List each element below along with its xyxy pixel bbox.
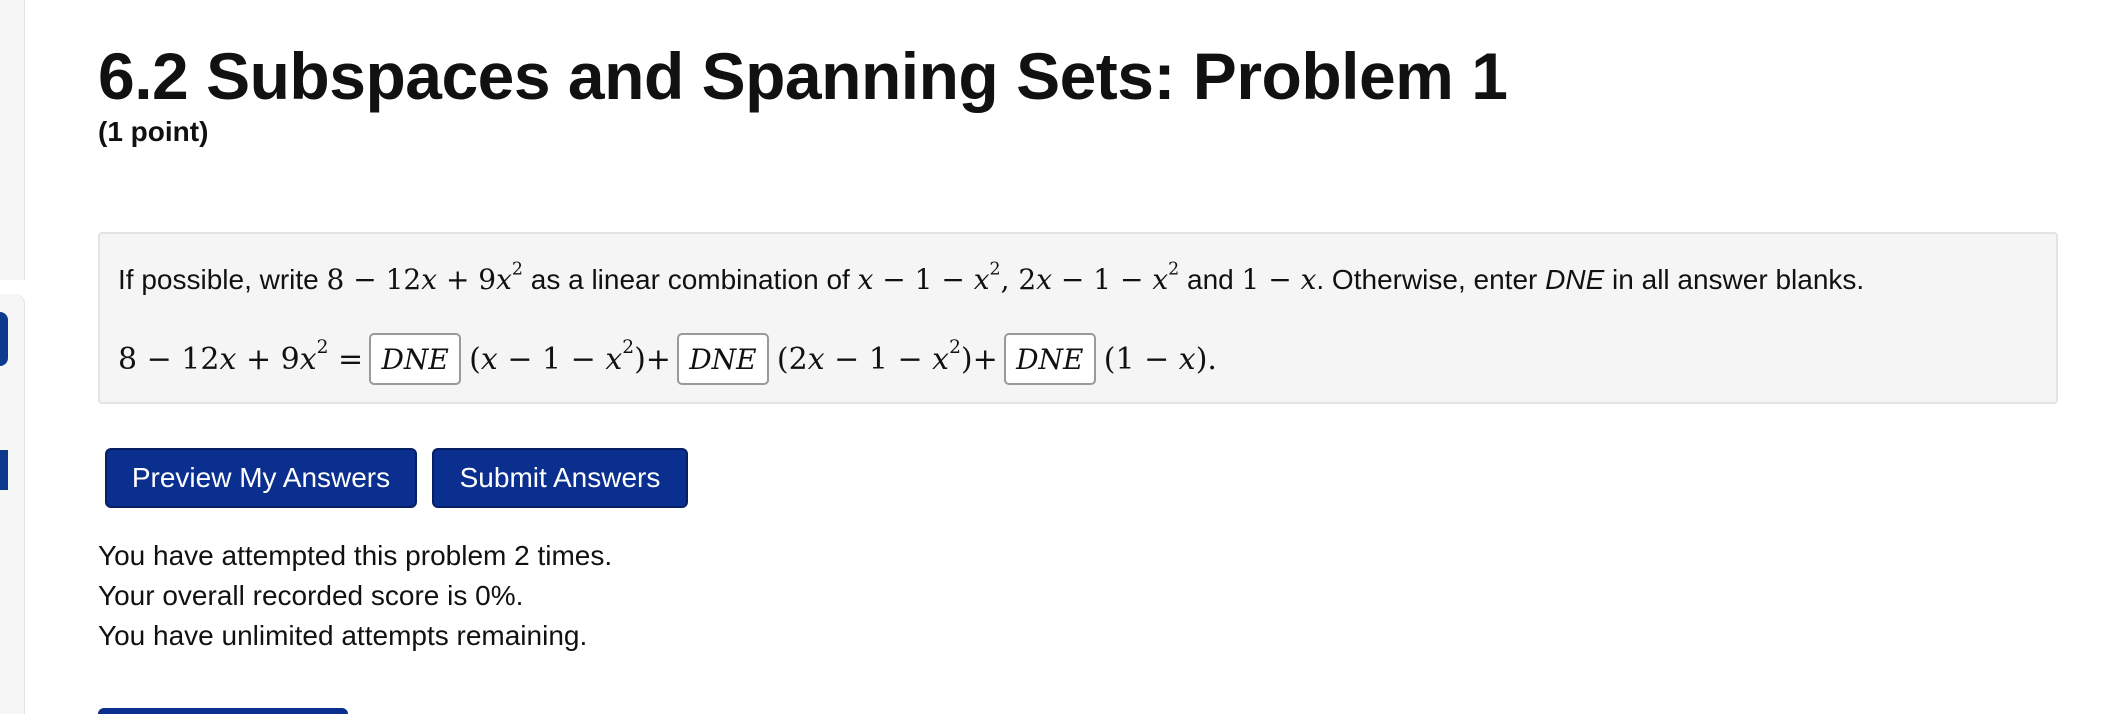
attempts-count-text: You have attempted this problem 2 times. [98,540,613,571]
submit-answers-button[interactable]: Submit Answers [432,448,688,508]
answer-blank-2[interactable] [676,333,769,385]
left-sidebar-edge [0,0,25,280]
left-sidebar-active-marker [0,450,8,490]
answer-blank-3[interactable] [1003,333,1096,385]
attempt-status: You have attempted this problem 2 times.… [98,536,612,656]
math-equation-lhs: 8 − 12x + 9x2 = [118,336,364,377]
preview-answers-button[interactable]: Preview My Answers [105,448,417,508]
recorded-score-text: Your overall recorded score is 0%. [98,580,524,611]
left-sidebar-toggle[interactable] [0,312,8,366]
math-comma: , [1000,263,1019,296]
math-term-3: (1 − x). [1103,341,1217,377]
problem-intro-mid: as a linear combination of [522,264,858,295]
attempts-remaining-text: You have unlimited attempts remaining. [98,620,588,651]
math-term-2: (2x − 1 − x2)+ [776,336,998,377]
math-vector-3: 1 − x [1241,263,1317,296]
problem-intro-suffix: . Otherwise, enter [1316,264,1546,295]
answer-equation: 8 − 12x + 9x2 = (x − 1 − x2)+ (2x − 1 − … [118,330,1217,388]
page: 6.2 Subspaces and Spanning Sets: Problem… [0,0,2128,714]
math-vector-2: 2x − 1 − x2 [1018,259,1180,296]
problem-intro-end: in all answer blanks. [1604,264,1865,295]
problem-statement-box: If possible, write 8 − 12x + 9x2 as a li… [98,232,2058,404]
problem-text: If possible, write 8 − 12x + 9x2 as a li… [118,250,1864,310]
next-button-edge[interactable] [98,708,348,714]
answer-blank-1[interactable] [369,333,462,385]
problem-intro-dne: DNE [1545,264,1605,295]
problem-intro-prefix: If possible, write [118,264,327,295]
problem-intro-and: and [1179,264,1242,295]
math-vector-1: x − 1 − x2 [857,259,1001,296]
math-term-1: (x − 1 − x2)+ [469,336,671,377]
math-target-polynomial: 8 − 12x + 9x2 [326,259,523,296]
problem-points: (1 point) [98,116,209,147]
page-title: 6.2 Subspaces and Spanning Sets: Problem… [98,39,1508,113]
